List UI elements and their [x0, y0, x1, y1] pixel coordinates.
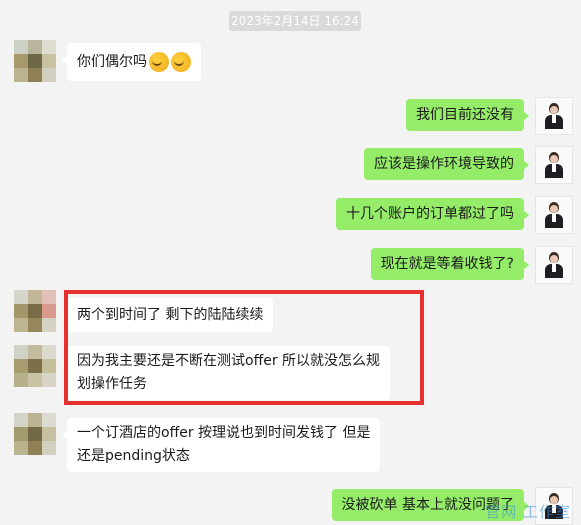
message-bubble-outgoing[interactable]: 我们目前还没有 [406, 99, 529, 131]
tears-of-joy-emoji-icon [171, 52, 191, 72]
message-text: 十几个账户的订单都过了吗 [346, 206, 514, 222]
person-icon [545, 202, 563, 228]
user-avatar[interactable] [535, 97, 573, 135]
person-icon [545, 152, 563, 178]
message-text: 我们目前还没有 [416, 107, 514, 123]
message-bubble-outgoing[interactable]: 应该是操作环境导致的 [364, 148, 529, 180]
highlight-annotation-box [64, 290, 424, 405]
contact-avatar[interactable] [14, 413, 56, 455]
user-avatar[interactable] [535, 246, 573, 284]
contact-avatar[interactable] [14, 345, 56, 387]
person-icon [545, 252, 563, 278]
message-bubble-outgoing[interactable]: 十几个账户的订单都过了吗 [336, 198, 529, 230]
user-avatar[interactable] [535, 146, 573, 184]
timestamp-badge: 2023年2月14日 16:24 [229, 11, 361, 31]
message-text: 现在就是等着收钱了? [380, 256, 514, 272]
message-bubble-incoming[interactable]: 你们偶尔吗 [62, 43, 201, 81]
message-text: 应该是操作环境导致的 [374, 156, 514, 172]
message-text-line: 还是pending状态 [77, 448, 190, 464]
message-text-line: 一个订酒店的offer 按理说也到时间发钱了 但是 [77, 425, 371, 441]
person-icon [545, 103, 563, 129]
contact-avatar[interactable] [14, 40, 56, 82]
user-avatar[interactable] [535, 196, 573, 234]
message-bubble-outgoing[interactable]: 现在就是等着收钱了? [370, 248, 530, 280]
contact-avatar[interactable] [14, 290, 56, 332]
message-text: 你们偶尔吗 [77, 54, 147, 70]
message-bubble-incoming[interactable]: 一个订酒店的offer 按理说也到时间发钱了 但是 还是pending状态 [61, 418, 381, 472]
watermark: 官网 工作室 [485, 503, 571, 521]
tears-of-joy-emoji-icon [149, 52, 169, 72]
